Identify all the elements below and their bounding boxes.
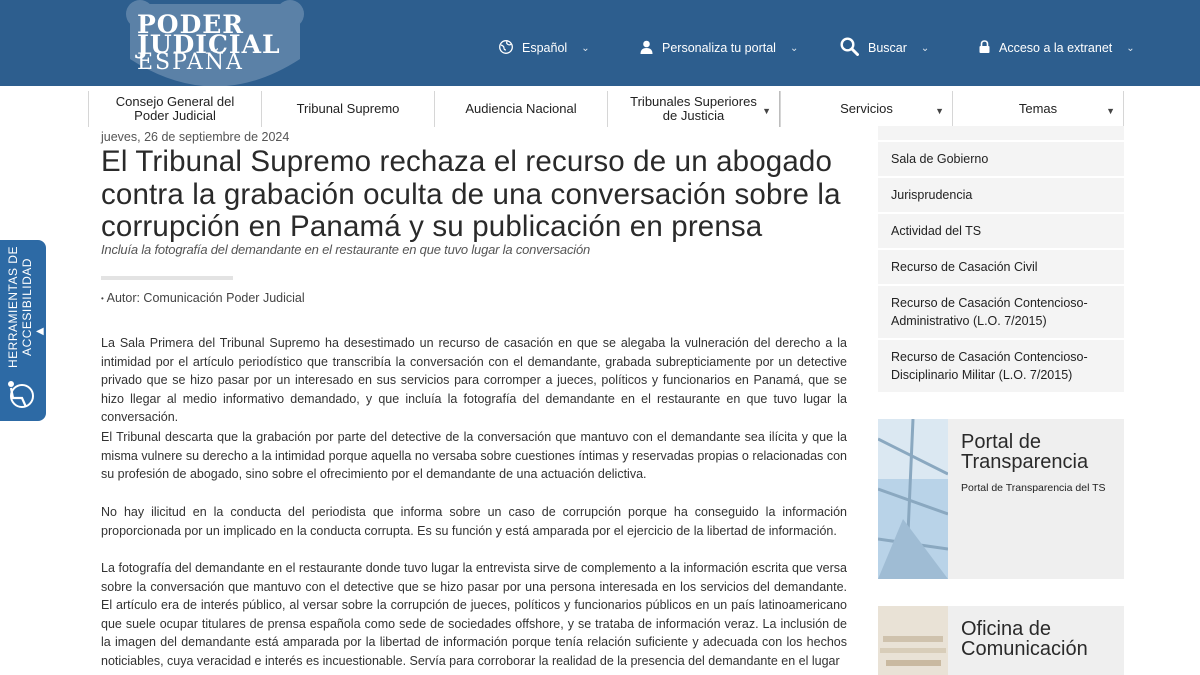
- glass-building-image: [878, 419, 948, 579]
- sidebar-item-casacion-contencioso-administrativo[interactable]: Recurso de Casación Contencioso-Administ…: [878, 284, 1124, 338]
- main-navigation: Consejo General del Poder Judicial Tribu…: [88, 91, 1124, 127]
- article-date: jueves, 26 de septiembre de 2024: [101, 130, 290, 144]
- nav-item-label: Audiencia Nacional: [465, 101, 577, 116]
- sidebar-item-label: Actividad del TS: [891, 223, 982, 238]
- caret-down-icon: ▼: [935, 106, 944, 116]
- sidebar-item-jurisprudencia[interactable]: Jurisprudencia: [878, 176, 1124, 212]
- language-label: Español: [522, 41, 568, 55]
- search-label: Buscar: [868, 41, 907, 55]
- sidebar-item-casacion-civil[interactable]: Recurso de Casación Civil: [878, 248, 1124, 284]
- caret-down-icon: ▼: [1106, 106, 1115, 116]
- sidebar-item-sala-de-gobierno[interactable]: Sala de Gobierno: [878, 140, 1124, 176]
- sidebar-item-casacion-contencioso-disciplinario[interactable]: Recurso de Casación Contencioso-Discipli…: [878, 338, 1124, 392]
- sidebar-item-label: Recurso de Casación Contencioso-Discipli…: [891, 349, 1088, 383]
- article-paragraph: No hay ilicitud en la conducta del perio…: [101, 505, 847, 538]
- author-label: Autor: Comunicación Poder Judicial: [106, 291, 305, 305]
- article-title: El Tribunal Supremo rechaza el recurso d…: [101, 145, 841, 243]
- chevron-down-icon: ⌄: [920, 42, 930, 54]
- sidebar-item-actividad-ts[interactable]: Actividad del TS: [878, 212, 1124, 248]
- card-title: Oficina de Comunicación: [961, 618, 1088, 660]
- article-subtitle: Incluía la fotografía del demandante en …: [101, 242, 591, 257]
- globe-icon: [499, 39, 513, 57]
- newspapers-image: [878, 606, 948, 675]
- search-icon: [840, 37, 859, 59]
- article-paragraph: El Tribunal descarta que la grabación po…: [101, 430, 847, 481]
- card-title: Portal de Transparencia: [961, 431, 1089, 473]
- nav-item-label: Tribunales Superiores de Justicia: [630, 94, 757, 123]
- accessibility-label: HERRAMIENTAS DE ACCESIBILIDAD: [6, 246, 34, 368]
- divider: [101, 276, 233, 280]
- language-selector[interactable]: Español ⌄: [499, 38, 590, 58]
- card-subtitle: Portal de Transparencia del TS: [961, 482, 1106, 494]
- sidebar-item-label: Recurso de Casación Civil: [891, 259, 1038, 274]
- nav-item-temas[interactable]: Temas ▼: [952, 91, 1124, 127]
- nav-item-label: Temas: [1018, 101, 1058, 116]
- top-header: PODER JUDICIAL ESPAÑA Español ⌄ Personal…: [0, 0, 1200, 86]
- nav-item-audiencia-nacional[interactable]: Audiencia Nacional: [434, 91, 607, 127]
- nav-item-label: Tribunal Supremo: [296, 101, 400, 116]
- poder-judicial-logo[interactable]: PODER JUDICIAL ESPAÑA: [100, 0, 325, 86]
- sidebar-item-label: Recurso de Casación Contencioso-Administ…: [891, 295, 1088, 329]
- accessibility-tools-tab[interactable]: HERRAMIENTAS DE ACCESIBILIDAD ◀: [0, 238, 48, 423]
- chevron-down-icon: ⌄: [789, 42, 799, 54]
- search-menu[interactable]: Buscar ⌄: [840, 37, 930, 59]
- sidebar-item-label: Jurisprudencia: [891, 187, 973, 202]
- extranet-access-menu[interactable]: Acceso a la extranet ⌄: [979, 38, 1135, 58]
- communication-office-card[interactable]: Oficina de Comunicación: [878, 606, 1124, 675]
- article-author: • Autor: Comunicación Poder Judicial: [101, 291, 305, 305]
- nav-item-tribunal-supremo[interactable]: Tribunal Supremo: [261, 91, 434, 127]
- arrow-left-icon: ◀: [36, 326, 44, 337]
- bullet-icon: •: [101, 294, 104, 303]
- personalize-portal-menu[interactable]: Personaliza tu portal ⌄: [640, 38, 798, 58]
- accessibility-icon: [8, 381, 34, 408]
- logo-line-3: ESPAÑA: [137, 50, 244, 75]
- nav-item-servicios[interactable]: Servicios ▼: [780, 91, 952, 127]
- article-paragraph: La Sala Primera del Tribunal Supremo ha …: [101, 336, 847, 424]
- personalize-label: Personaliza tu portal: [662, 41, 776, 55]
- nav-item-tsj[interactable]: Tribunales Superiores de Justicia ▼: [607, 91, 780, 127]
- caret-down-icon: ▼: [762, 106, 771, 116]
- transparency-portal-card[interactable]: Portal de Transparencia Portal de Transp…: [878, 419, 1124, 579]
- sidebar-item-label: Sala de Gobierno: [891, 151, 989, 166]
- chevron-down-icon: ⌄: [1126, 42, 1135, 54]
- article-paragraph: La fotografía del demandante en el resta…: [101, 561, 847, 668]
- nav-item-cgpj[interactable]: Consejo General del Poder Judicial: [88, 91, 261, 127]
- nav-item-label: Consejo General del Poder Judicial: [115, 94, 235, 123]
- extranet-label: Acceso a la extranet: [999, 41, 1113, 55]
- nav-item-label: Servicios: [840, 101, 893, 116]
- user-icon: [640, 40, 653, 57]
- chevron-down-icon: ⌄: [581, 42, 590, 54]
- lock-icon: [979, 40, 990, 56]
